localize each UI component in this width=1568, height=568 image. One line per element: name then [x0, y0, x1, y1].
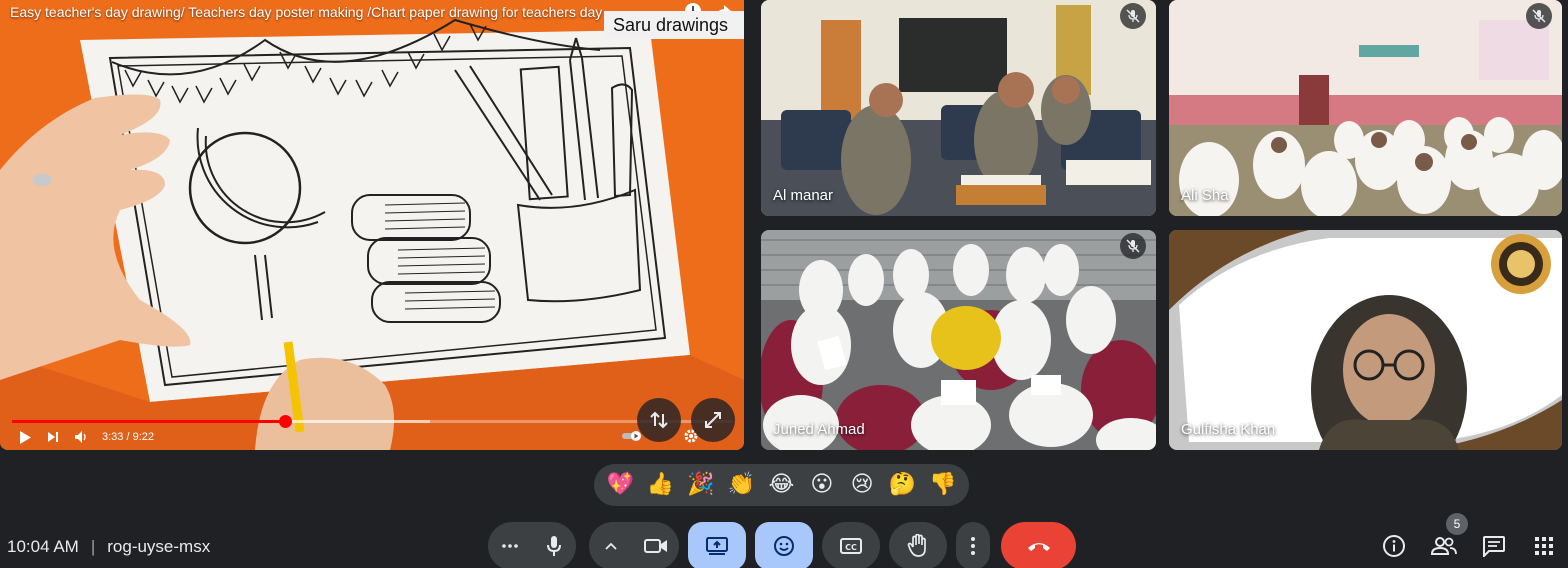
video-progress-bar[interactable]	[12, 415, 732, 428]
presentation-tile[interactable]: Easy teacher's day drawing/ Teachers day…	[0, 0, 744, 450]
chat-icon	[1483, 536, 1505, 557]
reaction-sparkling-heart[interactable]: 💖	[602, 467, 638, 503]
reaction-thumbs-down[interactable]: 👎	[925, 467, 961, 503]
microphone-button[interactable]	[532, 522, 576, 568]
participant-video-al-manar	[761, 0, 1156, 216]
microphone-icon	[547, 536, 561, 556]
mic-off-badge	[1526, 3, 1552, 29]
autoplay-toggle-icon[interactable]	[622, 429, 641, 443]
meeting-code: rog-uyse-msx	[107, 537, 211, 556]
reaction-surprised[interactable]: 😮	[804, 467, 840, 503]
video-controls: 3:33 / 9:22	[18, 429, 154, 445]
activities-button[interactable]	[1531, 533, 1557, 559]
participant-name: Al manar	[773, 187, 834, 204]
info-icon	[1383, 535, 1405, 557]
meeting-time: 10:04 AM	[7, 537, 79, 556]
participant-video-juned-ahmad	[761, 230, 1156, 450]
next-icon[interactable]	[46, 430, 60, 444]
meeting-details-button[interactable]	[1381, 533, 1407, 559]
audio-options-button[interactable]	[488, 522, 532, 568]
participant-tile-al-manar[interactable]: Al manar	[761, 0, 1156, 216]
channel-badge: Saru drawings	[604, 11, 744, 39]
participant-tile-gulfisha-khan[interactable]: Gulfisha Khan	[1169, 230, 1562, 450]
reaction-tears-of-joy[interactable]: 😂	[763, 467, 799, 503]
volume-icon[interactable]	[74, 430, 88, 444]
people-icon	[1431, 537, 1457, 555]
video-options-button[interactable]	[589, 522, 633, 568]
raise-hand-button[interactable]	[889, 522, 947, 568]
closed-captions-icon: CC	[840, 538, 862, 554]
meeting-details-divider: |	[90, 537, 96, 556]
camera-button[interactable]	[633, 522, 679, 568]
reaction-clapping[interactable]: 👏	[723, 467, 759, 503]
leave-call-button[interactable]	[1001, 522, 1076, 568]
participant-name: Juned Ahmad	[773, 421, 865, 438]
mic-off-icon	[1126, 239, 1140, 253]
chat-button[interactable]	[1481, 533, 1507, 559]
reaction-thumbs-up[interactable]: 👍	[642, 467, 678, 503]
video-title[interactable]: Easy teacher's day drawing/ Teachers day…	[10, 4, 602, 20]
mic-off-icon	[1532, 9, 1546, 23]
participant-tile-juned-ahmad[interactable]: Juned Ahmad	[761, 230, 1156, 450]
reaction-party-popper[interactable]: 🎉	[683, 467, 719, 503]
fullscreen-button[interactable]	[691, 398, 735, 442]
progress-played	[12, 420, 285, 423]
raise-hand-icon	[907, 534, 926, 557]
participant-tile-ali-sha[interactable]: Ali Sha	[1169, 0, 1562, 216]
meeting-details: 10:04 AM | rog-uyse-msx	[7, 537, 210, 557]
video-controls-group	[589, 522, 679, 568]
smiley-icon	[774, 536, 794, 556]
audio-controls	[488, 522, 576, 568]
reactions-bar: 💖 👍 🎉 👏 😂 😮 😢 🤔 👎	[594, 464, 969, 506]
progress-scrubber-handle[interactable]	[278, 415, 292, 428]
camera-icon	[644, 539, 667, 553]
participant-name: Ali Sha	[1181, 187, 1229, 204]
chevron-up-icon	[605, 542, 617, 550]
participant-video-gulfisha-khan	[1169, 230, 1562, 450]
participant-video-ali-sha	[1169, 0, 1562, 216]
drawing-video-frame	[0, 0, 744, 450]
svg-text:CC: CC	[845, 543, 857, 552]
expand-icon	[705, 412, 721, 428]
more-vertical-icon	[971, 537, 975, 555]
present-screen-button[interactable]	[688, 522, 746, 568]
captions-button[interactable]: CC	[822, 522, 880, 568]
emoji-reactions-button[interactable]	[755, 522, 813, 568]
play-icon[interactable]	[18, 430, 32, 444]
video-time: 3:33 / 9:22	[102, 431, 154, 443]
mic-off-badge	[1120, 3, 1146, 29]
more-dots-icon	[502, 544, 518, 548]
more-options-button[interactable]	[956, 522, 990, 568]
present-screen-icon	[706, 537, 728, 555]
mic-off-icon	[1126, 9, 1140, 23]
mic-off-badge	[1120, 233, 1146, 259]
hang-up-icon	[1027, 543, 1050, 551]
swap-vertical-icon	[650, 411, 668, 429]
reaction-thinking[interactable]: 🤔	[884, 467, 920, 503]
participant-count-badge: 5	[1446, 513, 1468, 535]
participant-name: Gulfisha Khan	[1181, 421, 1276, 438]
apps-grid-icon	[1535, 537, 1553, 555]
people-button[interactable]	[1431, 533, 1457, 559]
reaction-crying[interactable]: 😢	[844, 467, 880, 503]
swap-layout-button[interactable]	[637, 398, 681, 442]
